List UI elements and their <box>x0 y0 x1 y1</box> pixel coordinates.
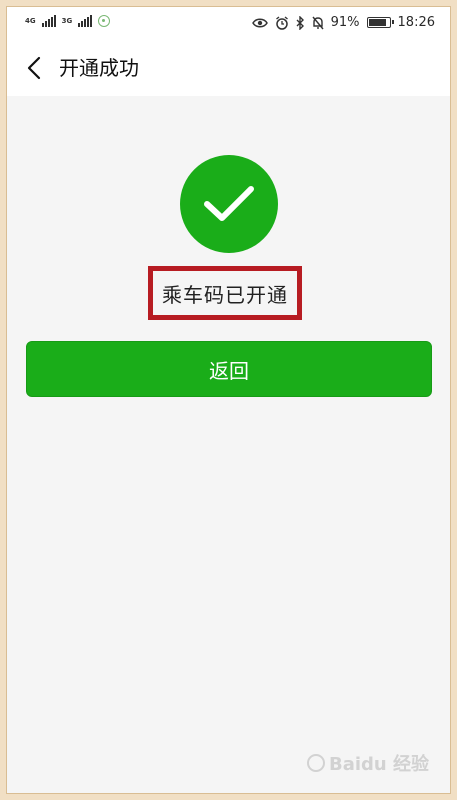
status-left: 4G 3G <box>25 15 111 27</box>
photo-frame <box>0 0 457 800</box>
bell-off-icon <box>312 16 324 30</box>
page-title: 开通成功 <box>59 56 139 80</box>
notification-app-icon <box>98 15 111 27</box>
signal-strength-2-icon <box>78 15 93 27</box>
status-bar: 4G 3G 91% 18:26 <box>7 7 450 40</box>
watermark: Baidu 经验 <box>306 750 429 776</box>
eye-icon <box>251 17 268 29</box>
status-right: 91% 18:26 <box>251 15 435 30</box>
header-bar: 开通成功 <box>7 40 450 96</box>
battery-fill <box>368 19 386 26</box>
watermark-text: Baidu 经验 <box>328 754 429 775</box>
return-button[interactable]: 返回 <box>26 341 432 397</box>
back-button[interactable] <box>22 54 46 82</box>
success-checkmark-icon <box>180 155 278 253</box>
clock: 18:26 <box>397 15 435 30</box>
alarm-icon <box>275 15 289 30</box>
signal-strength-icon <box>41 15 56 27</box>
result-highlight-box: 乘车码已开通 <box>148 266 302 320</box>
bluetooth-icon <box>296 15 305 30</box>
battery-icon <box>366 17 394 28</box>
result-message: 乘车码已开通 <box>162 282 288 307</box>
network-type-1: 4G <box>25 16 36 25</box>
chevron-left-icon <box>27 56 41 80</box>
baidu-paw-icon <box>306 754 325 772</box>
battery-percent: 91% <box>330 15 360 30</box>
network-type-2: 3G <box>61 16 73 25</box>
